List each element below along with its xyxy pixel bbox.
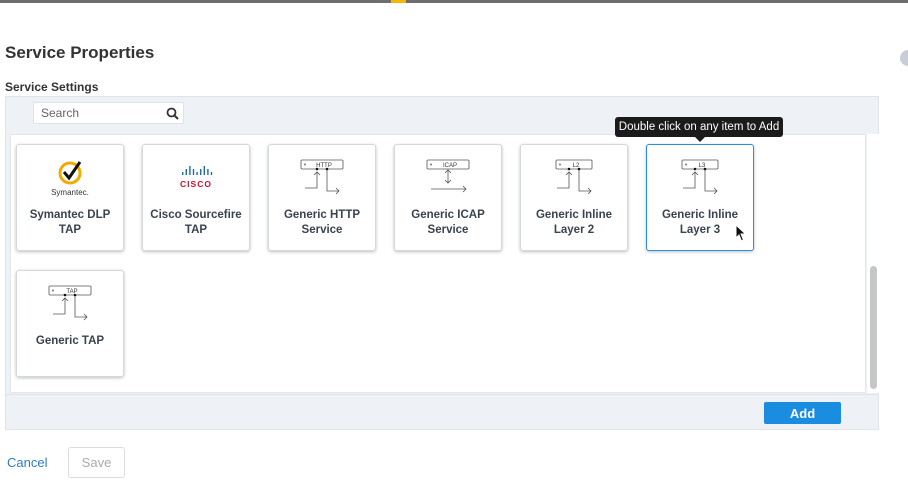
search-placeholder: Search bbox=[41, 106, 80, 120]
service-card-label: Symantec DLP TAP bbox=[29, 209, 111, 236]
service-card-label: Generic ICAP Service bbox=[411, 209, 485, 236]
panel-footer: Add bbox=[6, 394, 878, 430]
service-card[interactable]: Symantec. Symantec DLP TAP bbox=[16, 144, 124, 251]
svg-text:HTTP: HTTP bbox=[316, 163, 332, 169]
cancel-link[interactable]: Cancel bbox=[7, 455, 47, 470]
scrollbar-thumb[interactable] bbox=[870, 266, 877, 389]
service-card[interactable]: L2 Generic Inline Layer 2 bbox=[520, 144, 628, 251]
icap-diagram-icon: ICAP bbox=[395, 159, 501, 199]
svg-text:CISCO: CISCO bbox=[180, 179, 212, 189]
l2-diagram-icon: L2 bbox=[521, 159, 627, 199]
service-settings-panel: Search Symantec. Symantec DLP TAP CISCO Cisc… bbox=[5, 96, 879, 430]
top-bar bbox=[0, 0, 908, 3]
tooltip: Double click on any item to Add bbox=[615, 117, 783, 142]
scrollbar[interactable] bbox=[867, 134, 879, 393]
tap-diagram-icon: TAP bbox=[17, 285, 123, 325]
service-card[interactable]: HTTP Generic HTTP Service bbox=[268, 144, 376, 251]
service-card-label: Generic Inline Layer 2 bbox=[535, 209, 613, 236]
save-button[interactable]: Save bbox=[68, 447, 125, 478]
service-card-label: Generic TAP bbox=[35, 335, 105, 347]
page-title: Service Properties bbox=[5, 43, 155, 62]
service-card[interactable]: TAP Generic TAP bbox=[16, 270, 124, 377]
search-icon[interactable] bbox=[166, 107, 179, 120]
service-card-label: Generic HTTP Service bbox=[283, 209, 361, 236]
section-title: Service Settings bbox=[5, 80, 99, 94]
svg-text:Symantec.: Symantec. bbox=[51, 188, 89, 197]
side-handle-icon[interactable] bbox=[900, 50, 908, 66]
search-input[interactable]: Search bbox=[33, 102, 184, 124]
service-card[interactable]: CISCO Cisco Sourcefire TAP bbox=[142, 144, 250, 251]
service-card-label: Cisco Sourcefire TAP bbox=[150, 209, 242, 236]
symantec-logo-icon: Symantec. bbox=[17, 159, 123, 199]
service-grid: Symantec. Symantec DLP TAP CISCO Cisco Sourc… bbox=[10, 134, 866, 393]
svg-text:ICAP: ICAP bbox=[443, 163, 457, 169]
mouse-cursor-icon bbox=[735, 224, 747, 242]
http-diagram-icon: HTTP bbox=[269, 159, 375, 199]
top-indicator bbox=[391, 0, 406, 3]
l3-diagram-icon: L3 bbox=[647, 159, 753, 199]
add-button[interactable]: Add bbox=[764, 402, 841, 424]
service-card[interactable]: ICAP Generic ICAP Service bbox=[394, 144, 502, 251]
cisco-logo-icon: CISCO bbox=[143, 159, 249, 199]
